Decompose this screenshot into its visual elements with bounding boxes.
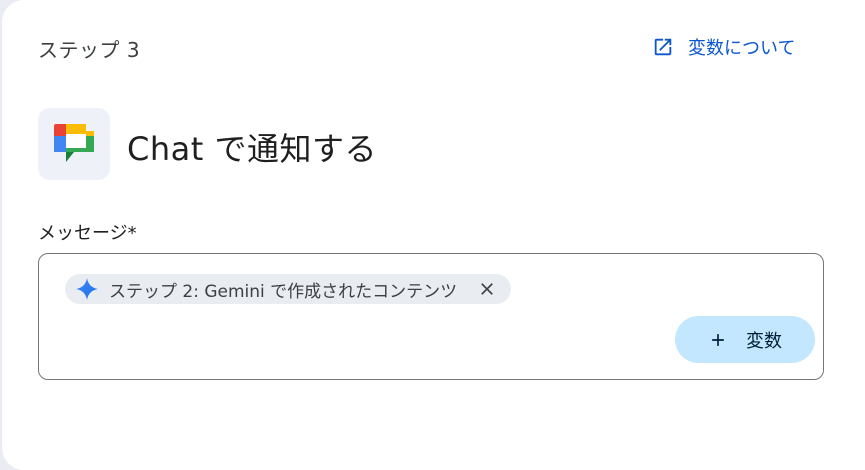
step-card: ステップ 3 変数について Chat で通知する メッセージ* ステップ 2: …: [2, 0, 865, 470]
gemini-sparkle-icon: [75, 277, 99, 301]
add-variable-button[interactable]: 変数: [675, 316, 815, 363]
message-label: メッセージ*: [38, 223, 137, 244]
variables-help-label: 変数について: [688, 38, 796, 59]
variable-chip-text: ステップ 2: Gemini で作成されたコンテンツ: [109, 281, 458, 302]
variable-chip[interactable]: ステップ 2: Gemini で作成されたコンテンツ: [65, 274, 512, 304]
close-icon[interactable]: [477, 279, 497, 299]
app-tile: [38, 108, 110, 180]
plus-icon: [708, 330, 728, 350]
variables-help-link[interactable]: 変数について: [652, 34, 795, 60]
message-field[interactable]: ステップ 2: Gemini で作成されたコンテンツ 変数: [38, 253, 824, 380]
step-label: ステップ 3: [38, 38, 141, 62]
open-in-new-icon: [652, 36, 674, 58]
app-title: Chat で通知する: [127, 130, 377, 168]
add-variable-label: 変数: [746, 330, 782, 352]
google-chat-icon: [54, 124, 94, 162]
